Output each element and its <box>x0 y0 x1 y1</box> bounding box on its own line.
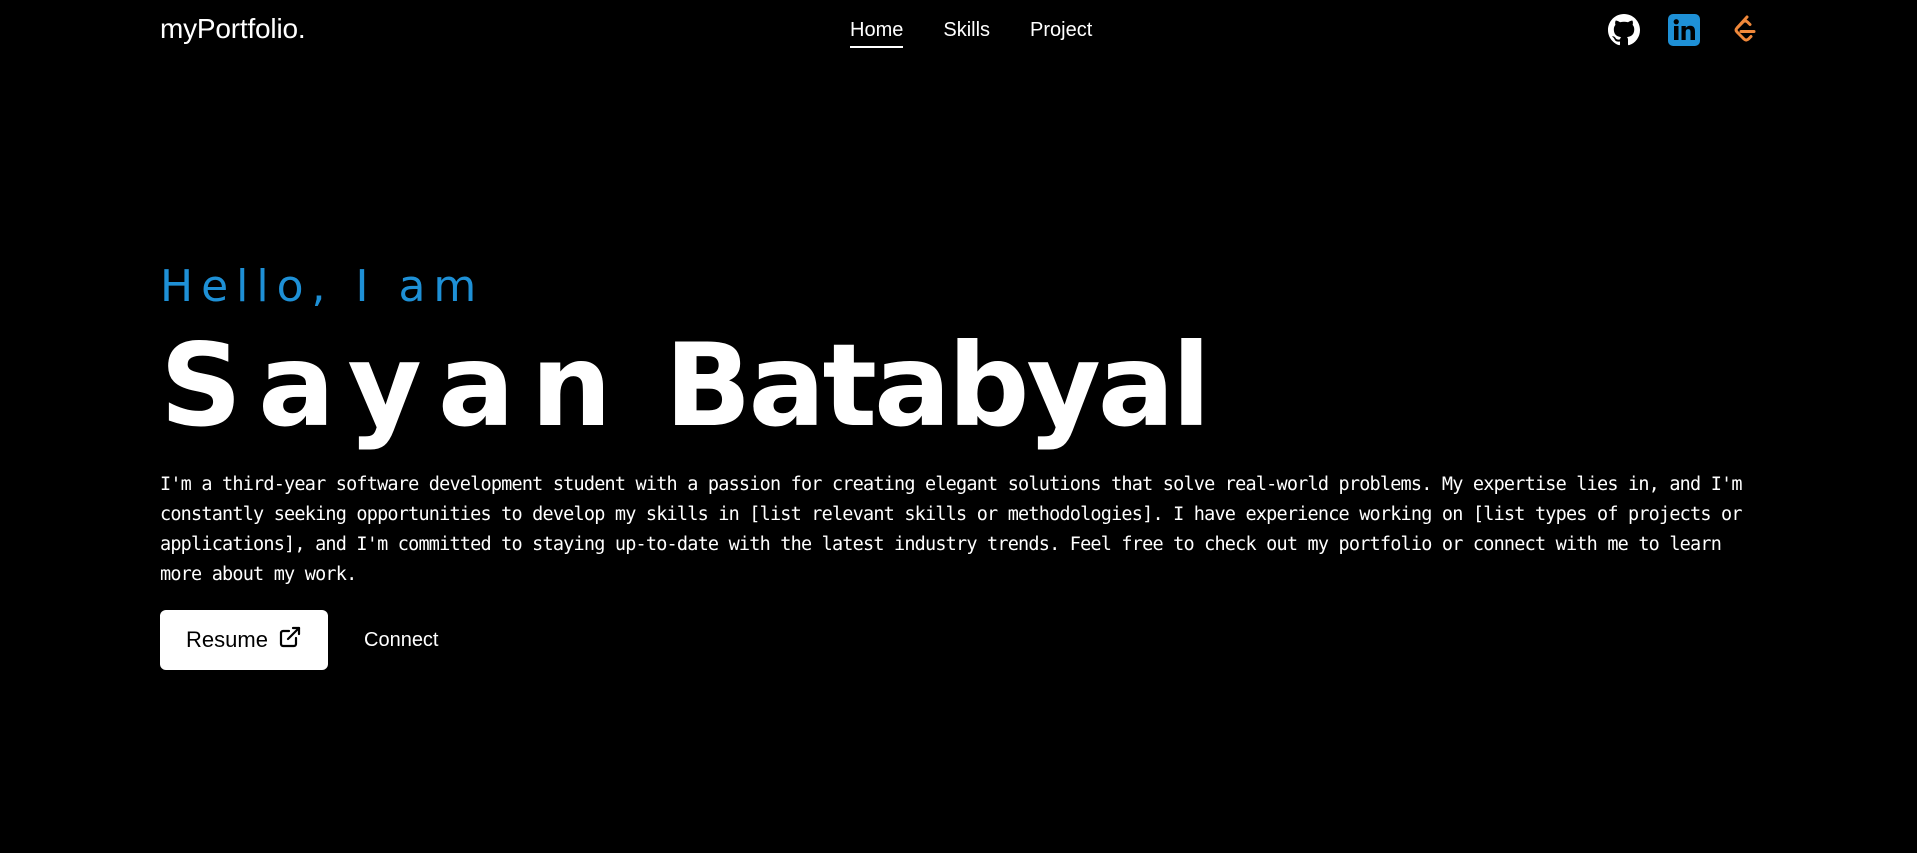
connect-button[interactable]: Connect <box>364 629 439 652</box>
external-link-icon <box>278 625 302 655</box>
hero-section: Hello, I am Sayan Batabyal I'm a third-y… <box>160 258 1760 670</box>
last-name: Batabyal <box>664 319 1211 452</box>
hero-actions: Resume Connect <box>160 610 1760 670</box>
bio-paragraph: I'm a third-year software development st… <box>160 474 1743 585</box>
nav-link-home[interactable]: Home <box>850 19 904 48</box>
linkedin-icon[interactable] <box>1668 14 1700 46</box>
portfolio-page: myPortfolio. Home Skills Project Hello, … <box>0 0 1917 853</box>
nav-link-skills[interactable]: Skills <box>943 19 990 48</box>
navbar: myPortfolio. Home Skills Project <box>0 0 1917 64</box>
first-name: Sayan <box>160 319 628 452</box>
github-icon[interactable] <box>1608 14 1640 46</box>
hero-name: Sayan Batabyal <box>160 326 1760 446</box>
social-links <box>1608 14 1760 46</box>
brand-logo[interactable]: myPortfolio. <box>160 13 306 45</box>
greeting-text: Hello, I am <box>160 261 485 312</box>
leetcode-icon[interactable] <box>1728 14 1760 46</box>
resume-button-label: Resume <box>186 627 268 652</box>
resume-button[interactable]: Resume <box>160 610 328 670</box>
nav-links: Home Skills Project <box>850 19 1092 48</box>
nav-link-project[interactable]: Project <box>1030 19 1092 48</box>
